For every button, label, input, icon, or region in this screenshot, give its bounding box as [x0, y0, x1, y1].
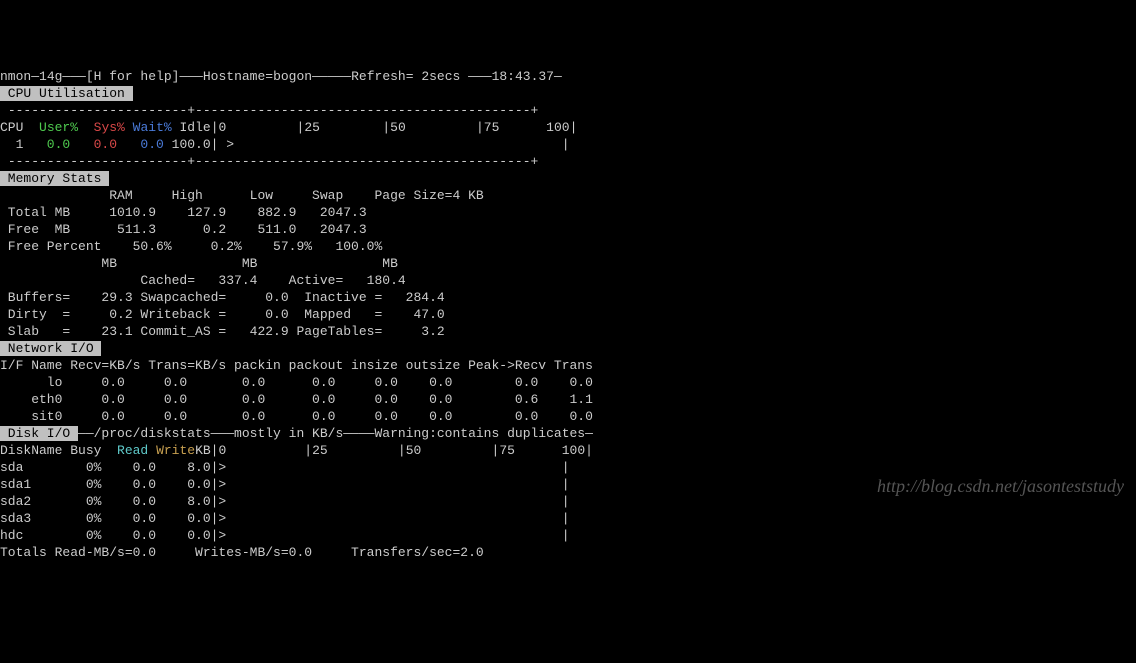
- cpu-r-idle: 100.0: [164, 137, 211, 152]
- disk-h-write: Write: [156, 443, 195, 458]
- hdr-host: bogon: [273, 69, 312, 84]
- mem-r5: Cached= 337.4 Active= 180.4: [0, 273, 406, 288]
- cpu-r-bar: | > |: [211, 137, 570, 152]
- net-row: sit0 0.0 0.0 0.0 0.0 0.0 0.0 0.0 0.0: [0, 409, 593, 424]
- section-cpu-title: CPU Utilisation: [0, 86, 133, 101]
- cpu-h-bar: |0 |25 |50 |75 100|: [211, 120, 578, 135]
- hdr-prog: nmon—: [0, 69, 39, 84]
- disk-h-space: [148, 443, 156, 458]
- disk-h-read: Read: [117, 443, 148, 458]
- net-row: eth0 0.0 0.0 0.0 0.0 0.0 0.0 0.6 1.1: [0, 392, 593, 407]
- watermark-text: http://blog.csdn.net/jasonteststudy: [877, 478, 1124, 495]
- disk-row: hdc 0% 0.0 0.0|> |: [0, 528, 570, 543]
- hdr-refreshlabel: Refresh=: [351, 69, 413, 84]
- mem-r1: Total MB 1010.9 127.9 882.9 2047.3: [0, 205, 367, 220]
- cpu-h-idle: Idle: [180, 120, 211, 135]
- mem-r7: Dirty = 0.2 Writeback = 0.0 Mapped = 47.…: [0, 307, 445, 322]
- cpu-h-user: User%: [39, 120, 78, 135]
- cpu-h-cpu: CPU: [0, 120, 23, 135]
- mem-r3: Free Percent 50.6% 0.2% 57.9% 100.0%: [0, 239, 382, 254]
- cpu-rule-bot: -----------------------+----------------…: [8, 154, 539, 169]
- cpu-h-wait: Wait%: [133, 120, 172, 135]
- cpu-r-sys: 0.0: [70, 137, 117, 152]
- cpu-r-wait: 0.0: [117, 137, 164, 152]
- disk-h-post: KB|0 |25 |50 |75 100|: [195, 443, 593, 458]
- disk-row: sda3 0% 0.0 0.0|> |: [0, 511, 570, 526]
- mem-r8: Slab = 23.1 Commit_AS = 422.9 PageTables…: [0, 324, 445, 339]
- hdr-ver: 14g: [39, 69, 62, 84]
- hdr-hostlabel: Hostname=: [203, 69, 273, 84]
- hdr-help: [H for help]: [86, 69, 180, 84]
- disk-totals: Totals Read-MB/s=0.0 Writes-MB/s=0.0 Tra…: [0, 545, 484, 560]
- disk-h-pre: DiskName Busy: [0, 443, 117, 458]
- disk-row: sda1 0% 0.0 0.0|> |: [0, 477, 570, 492]
- hdr-refreshval: 2secs: [414, 69, 461, 84]
- disk-row: sda2 0% 0.0 8.0|> |: [0, 494, 570, 509]
- net-hdr: I/F Name Recv=KB/s Trans=KB/s packin pac…: [0, 358, 593, 373]
- net-row: lo 0.0 0.0 0.0 0.0 0.0 0.0 0.0 0.0: [0, 375, 593, 390]
- mem-r2: Free MB 511.3 0.2 511.0 2047.3: [0, 222, 367, 237]
- mem-hdr: RAM High Low Swap Page Size=4 KB: [0, 188, 484, 203]
- cpu-r-user: 0.0: [23, 137, 70, 152]
- cpu-h-sys: Sys%: [94, 120, 125, 135]
- section-mem-title: Memory Stats: [0, 171, 109, 186]
- hdr-time: 18:43.37: [492, 69, 554, 84]
- section-disk-title: Disk I/O: [0, 426, 78, 441]
- cpu-r-id: 1: [0, 137, 23, 152]
- disk-row: sda 0% 0.0 8.0|> |: [0, 460, 570, 475]
- mem-r4: MB MB MB: [0, 256, 398, 271]
- disk-suffix: ——/proc/diskstats———mostly in KB/s————Wa…: [78, 426, 593, 441]
- section-net-title: Network I/O: [0, 341, 101, 356]
- mem-r6: Buffers= 29.3 Swapcached= 0.0 Inactive =…: [0, 290, 445, 305]
- cpu-rule-top: -----------------------+----------------…: [8, 103, 539, 118]
